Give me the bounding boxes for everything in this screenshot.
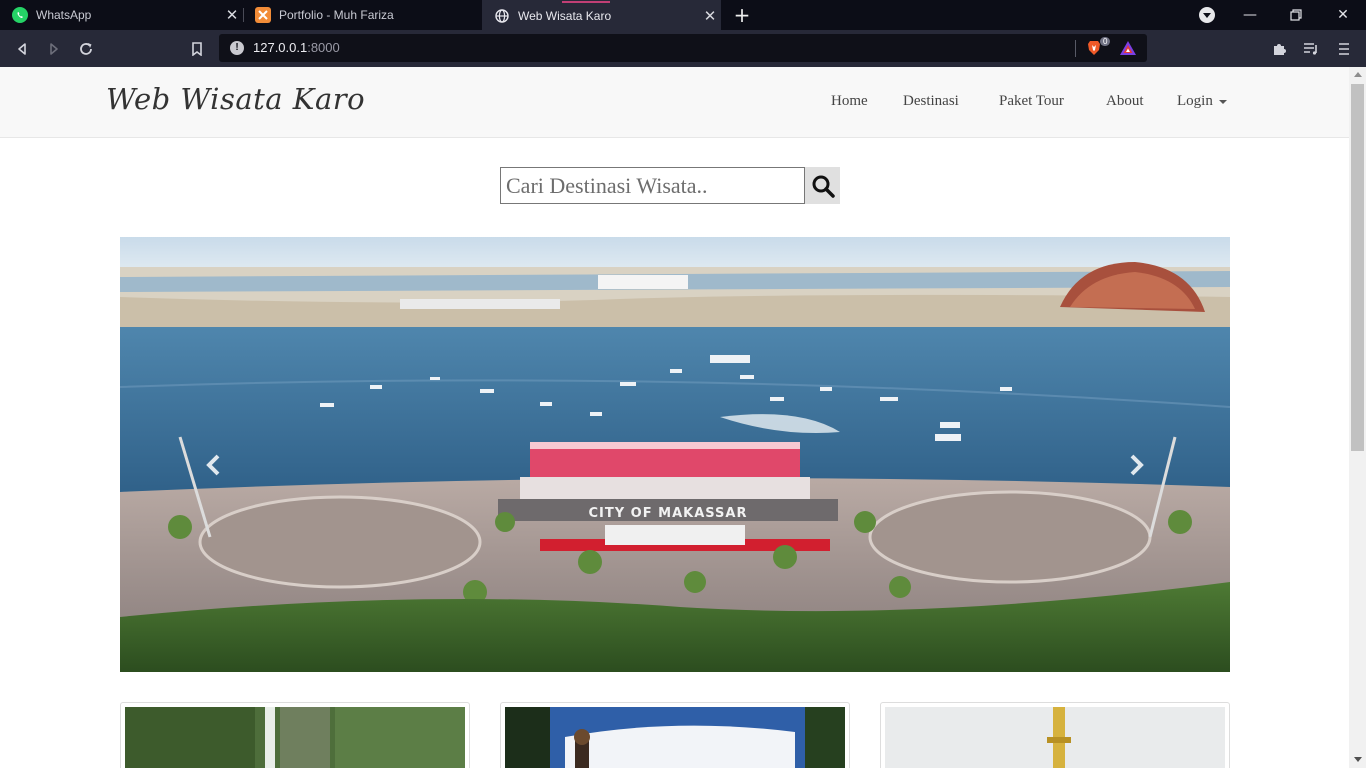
site-info-icon[interactable]: ! — [230, 41, 244, 55]
minimize-icon[interactable]: — — [1227, 0, 1273, 30]
site-brand[interactable]: Web Wisata Karo — [106, 82, 365, 116]
search-button[interactable] — [805, 167, 840, 204]
destination-card[interactable] — [880, 702, 1230, 768]
address-bar[interactable]: ! 127.0.0.1:8000 0 — [219, 34, 1147, 62]
tab-portfolio[interactable]: Portfolio - Muh Fariza — [243, 0, 481, 30]
browser-tabbar: WhatsApp ✕ Portfolio - Muh Fariza Web Wi… — [0, 0, 1366, 30]
url-text[interactable]: 127.0.0.1:8000 — [253, 40, 340, 55]
new-tab-button[interactable]: + — [732, 4, 752, 26]
close-window-icon[interactable]: ✕ — [1320, 0, 1366, 30]
nav-paket-tour[interactable]: Paket Tour — [999, 93, 1064, 110]
nav-home[interactable]: Home — [831, 93, 868, 110]
tab-web-wisata-karo[interactable]: Web Wisata Karo ✕ — [482, 0, 721, 30]
waterfall-image — [125, 707, 465, 768]
destination-card[interactable] — [500, 702, 850, 768]
playlist-icon[interactable] — [1300, 38, 1322, 60]
scroll-thumb[interactable] — [1351, 84, 1364, 451]
bookmark-icon[interactable] — [186, 38, 208, 60]
extensions-icon[interactable] — [1268, 38, 1290, 60]
brave-shields-icon[interactable] — [1087, 40, 1101, 56]
chevron-left-icon — [206, 454, 220, 476]
web-page: Web Wisata Karo Home Destinasi Paket Tou… — [0, 67, 1349, 768]
forward-icon[interactable] — [43, 38, 65, 60]
search-icon — [812, 175, 835, 198]
globe-icon — [494, 8, 510, 24]
back-icon[interactable] — [11, 38, 33, 60]
tab-search-icon[interactable] — [1199, 7, 1215, 23]
nav-destinasi[interactable]: Destinasi — [903, 93, 959, 110]
scroll-up-icon[interactable] — [1354, 72, 1362, 77]
scroll-down-icon[interactable] — [1354, 757, 1362, 762]
portfolio-icon — [255, 7, 271, 23]
destination-card[interactable] — [120, 702, 470, 768]
tab-whatsapp[interactable]: WhatsApp ✕ — [0, 0, 243, 30]
site-navbar: Web Wisata Karo Home Destinasi Paket Tou… — [0, 67, 1349, 138]
minaret-image — [885, 707, 1225, 768]
carousel-prev-button[interactable] — [198, 445, 228, 485]
reload-icon[interactable] — [75, 38, 97, 60]
caret-down-icon — [1218, 99, 1227, 104]
chevron-right-icon — [1130, 454, 1144, 476]
restore-icon[interactable] — [1273, 0, 1319, 30]
slide-caption: CITY OF MAKASSAR — [589, 506, 748, 521]
close-tab-icon[interactable]: ✕ — [699, 7, 721, 25]
carousel-slide-image: CITY OF MAKASSAR — [120, 237, 1230, 672]
search-input[interactable] — [500, 167, 805, 204]
login-label: Login — [1177, 93, 1213, 109]
tab-title: Portfolio - Muh Fariza — [279, 8, 394, 22]
tab-title: WhatsApp — [36, 8, 92, 22]
tab-title: Web Wisata Karo — [518, 9, 612, 23]
brave-rewards-icon[interactable] — [1119, 40, 1137, 56]
menu-icon[interactable] — [1333, 38, 1355, 60]
statue-image — [505, 707, 845, 768]
carousel-next-button[interactable] — [1122, 445, 1152, 485]
whatsapp-icon — [12, 7, 28, 23]
nav-login-dropdown[interactable]: Login — [1177, 93, 1227, 110]
shields-count-badge: 0 — [1100, 37, 1111, 46]
hero-carousel: CITY OF MAKASSAR — [120, 237, 1230, 672]
page-scrollbar[interactable] — [1349, 67, 1366, 768]
nav-about[interactable]: About — [1106, 93, 1144, 110]
close-tab-icon[interactable]: ✕ — [221, 6, 243, 24]
